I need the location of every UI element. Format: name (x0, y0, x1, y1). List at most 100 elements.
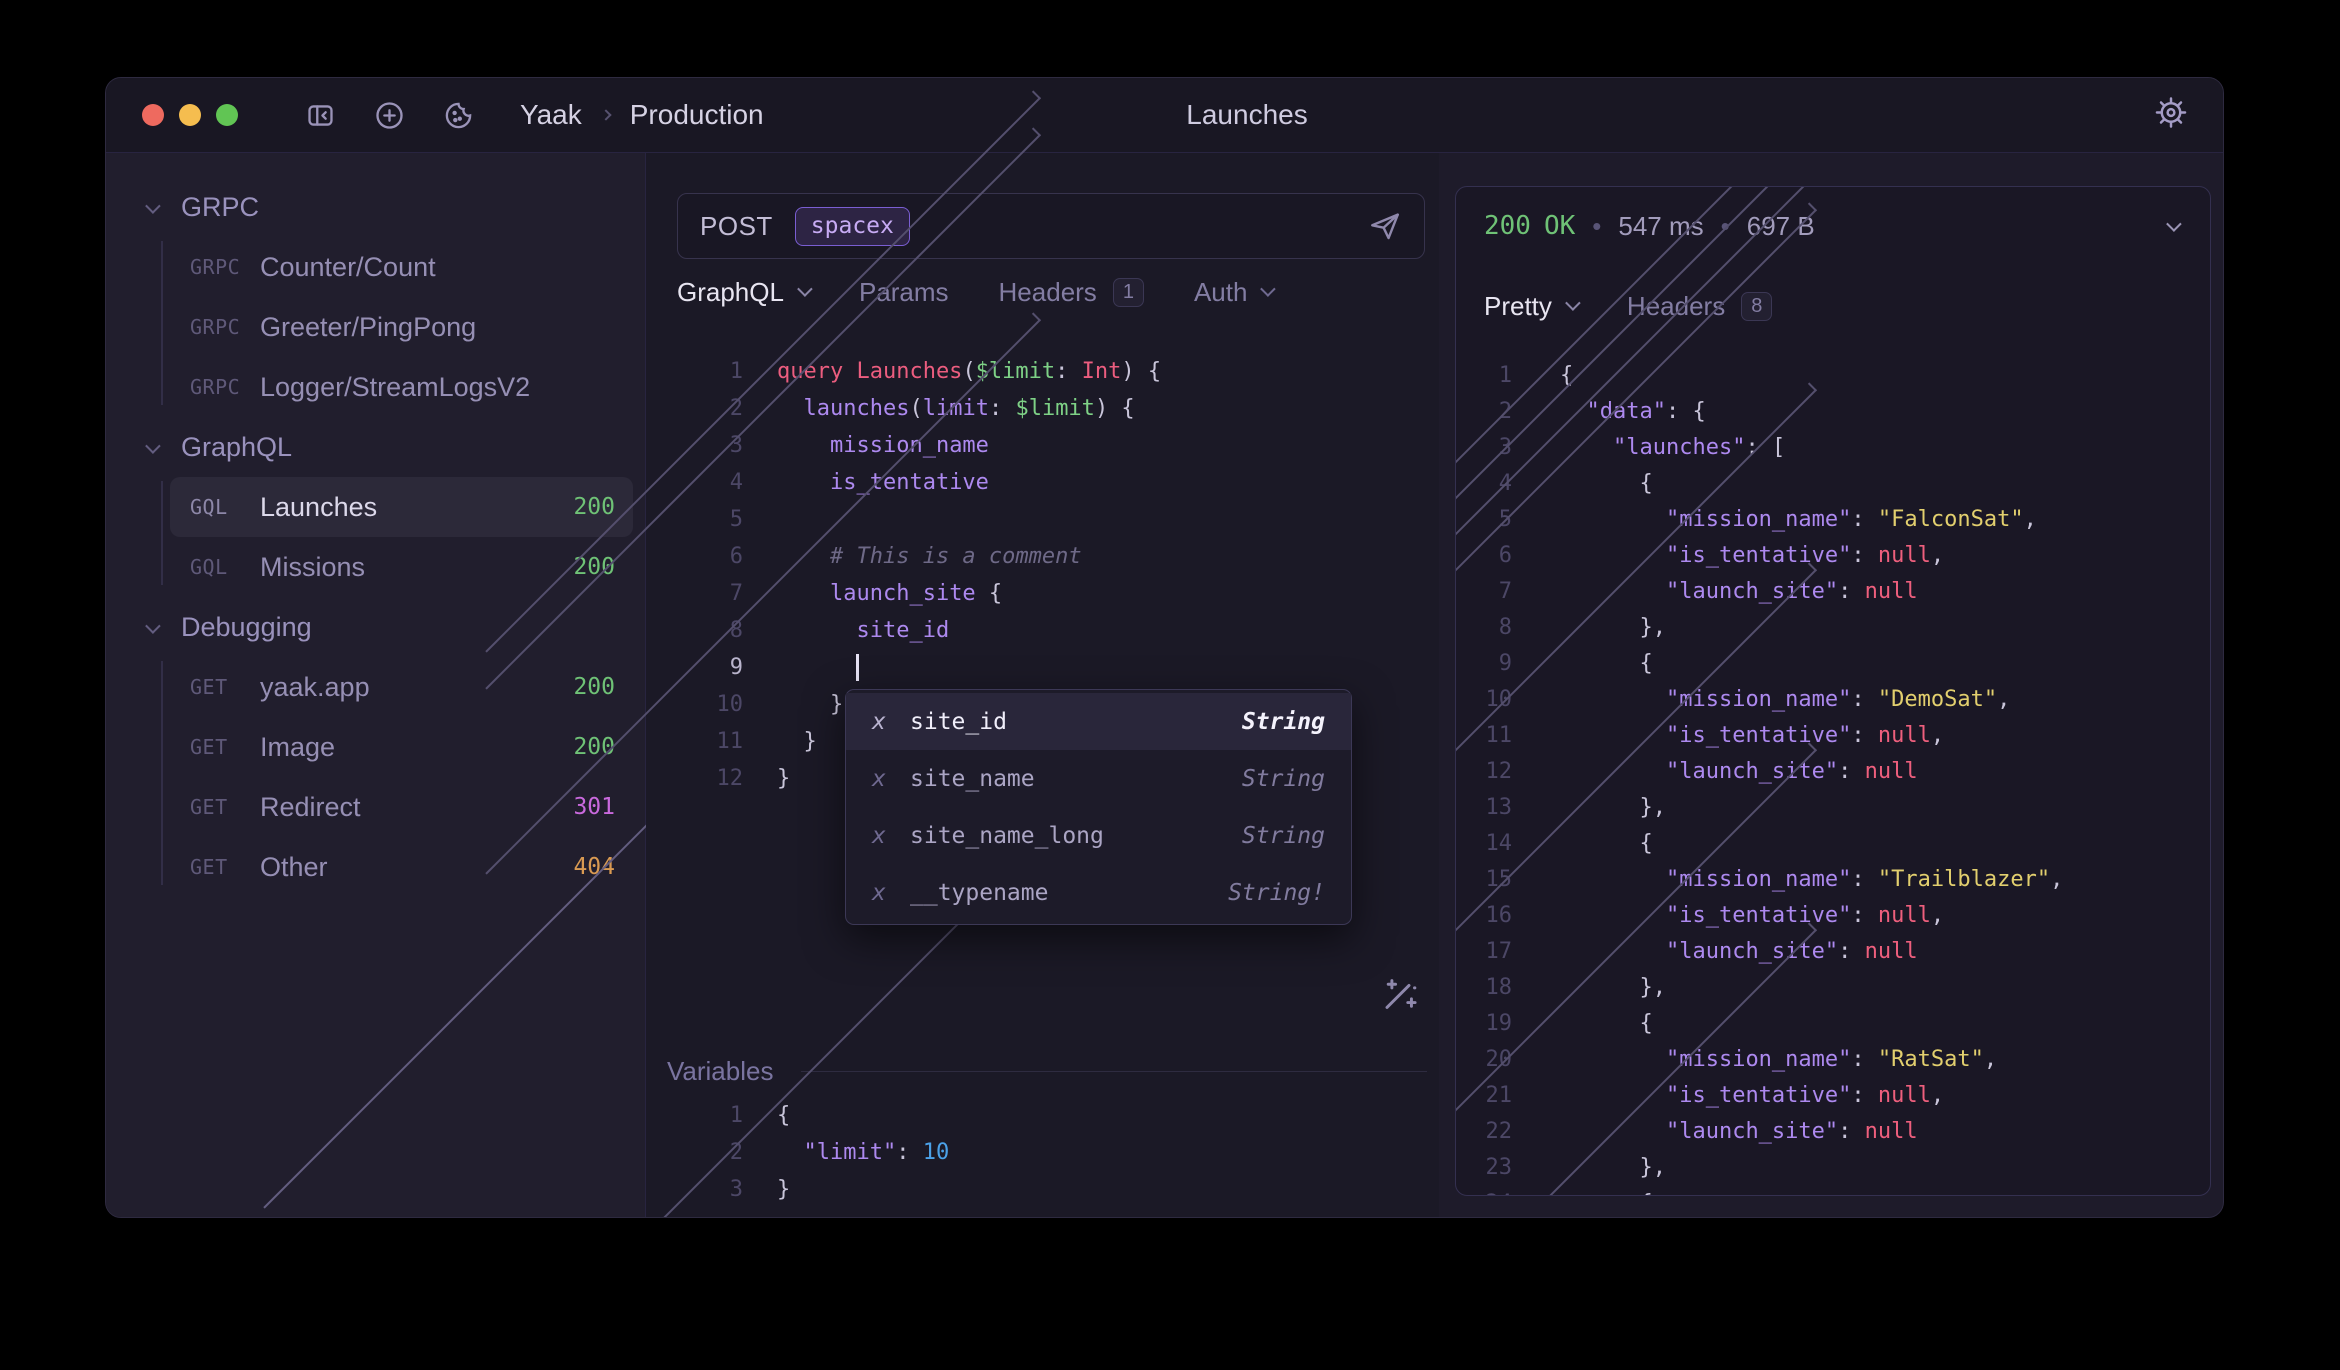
request-name: Logger/StreamLogsV2 (260, 372, 530, 403)
code-text: # This is a comment (777, 544, 1082, 569)
fold-gutter[interactable] (1512, 478, 1560, 489)
line-number: 14 (1456, 831, 1512, 856)
line-number: 22 (1456, 1119, 1512, 1144)
format-wand-icon[interactable] (1374, 971, 1422, 1019)
code-line: 10 "mission_name": "DemoSat", (1456, 681, 2210, 717)
sidebar-section-label: GRPC (181, 192, 259, 223)
status-badge: 200OK (1484, 211, 1575, 241)
request-name: Launches (260, 492, 377, 523)
send-request-button[interactable] (1368, 209, 1402, 243)
code-text: { (1560, 651, 1653, 676)
minimize-window-button[interactable] (179, 104, 201, 126)
code-text: { (1560, 1011, 1653, 1036)
autocomplete-item-typename[interactable]: x__typenameString! (846, 864, 1351, 921)
code-text: site_id (777, 618, 949, 643)
code-text (777, 654, 859, 681)
line-number: 1 (677, 359, 743, 384)
code-line: 20 "mission_name": "RatSat", (1456, 1041, 2210, 1077)
method-tag: GRPC (190, 375, 248, 399)
sidebar-section-items: GRPCCounter/CountGRPCGreeter/PingPongGRP… (106, 237, 645, 417)
line-number: 23 (1456, 1155, 1512, 1180)
completion-type: String! (1228, 880, 1325, 906)
autocomplete-item-site-id[interactable]: xsite_idString (846, 693, 1351, 750)
line-number: 7 (1456, 579, 1512, 604)
request-name: Missions (260, 552, 365, 583)
close-window-button[interactable] (142, 104, 164, 126)
line-number: 19 (1456, 1011, 1512, 1036)
code-text: { (777, 1103, 790, 1128)
sidebar-item-launches[interactable]: GQLLaunches200 (170, 477, 633, 537)
status-badge: 301 (573, 794, 615, 820)
code-line: 12 "launch_site": null (1456, 753, 2210, 789)
response-pane: 200OK • 547 ms • 697 B PrettyHeaders8 1{… (1439, 153, 2223, 1218)
line-number: 9 (1456, 651, 1512, 676)
text-cursor (856, 654, 859, 681)
line-number: 17 (1456, 939, 1512, 964)
fold-gutter[interactable] (1512, 406, 1560, 417)
code-text: "is_tentative": null, (1560, 723, 1944, 748)
fold-gutter[interactable] (1512, 442, 1560, 453)
fold-gutter[interactable] (1512, 1018, 1560, 1029)
code-line: 4 is_tentative (677, 464, 1161, 501)
code-text: } (777, 692, 843, 717)
tab-headers[interactable]: Headers1 (999, 277, 1144, 308)
autocomplete-item-site-name[interactable]: xsite_nameString (846, 750, 1351, 807)
fold-gutter[interactable] (1512, 658, 1560, 669)
code-line: 6 # This is a comment (677, 538, 1161, 575)
fold-gutter[interactable] (1512, 370, 1560, 381)
tab-graphql[interactable]: GraphQL (677, 277, 809, 308)
status-badge: 200 (573, 674, 615, 700)
sidebar-item-yaak-app[interactable]: GETyaak.app200 (170, 657, 633, 717)
sidebar-section-items: GQLLaunches200GQLMissions200 (106, 477, 645, 597)
sidebar-item-image[interactable]: GETImage200 (170, 717, 633, 777)
collapse-response-icon[interactable] (2163, 215, 2182, 238)
code-line: 11 "is_tentative": null, (1456, 717, 2210, 753)
variables-editor[interactable]: 1{2 "limit": 103} (677, 1097, 949, 1208)
page-title: Launches (1186, 99, 1307, 131)
toggle-sidebar-icon[interactable] (305, 100, 336, 131)
code-text: "mission_name": "RatSat", (1560, 1047, 1997, 1072)
sidebar-item-logger-streamlogsv2[interactable]: GRPC Logger/StreamLogsV2 (170, 357, 633, 417)
autocomplete-item-site-name-long[interactable]: xsite_name_longString (846, 807, 1351, 864)
tree-indent-line (161, 241, 163, 405)
method-tag: GET (190, 735, 248, 759)
sidebar-item-other[interactable]: GETOther404 (170, 837, 633, 897)
tab-label: GraphQL (677, 277, 784, 308)
fold-gutter[interactable] (743, 366, 777, 377)
request-name: Other (260, 852, 328, 883)
response-tab-pretty[interactable]: Pretty (1484, 291, 1577, 322)
code-line: 1{ (677, 1097, 949, 1134)
line-number: 12 (677, 766, 743, 791)
url-bar[interactable]: POST spacex (677, 193, 1425, 259)
breadcrumb: Yaak Production (520, 99, 764, 131)
cookie-icon[interactable] (443, 100, 474, 131)
fold-gutter[interactable] (743, 1110, 777, 1121)
chevron-down-icon (1261, 281, 1277, 297)
sidebar-section-grpc[interactable]: GRPC (106, 177, 645, 237)
sidebar-item-counter-count[interactable]: GRPCCounter/Count (170, 237, 633, 297)
sidebar-item-greeter-pingpong[interactable]: GRPCGreeter/PingPong (170, 297, 633, 357)
tab-count-badge: 1 (1113, 278, 1144, 307)
gear-icon[interactable] (2153, 95, 2189, 136)
sidebar-section-update-server[interactable]: Update Server (106, 897, 645, 957)
sidebar: GRPC GRPCCounter/CountGRPCGreeter/PingPon… (106, 153, 646, 1218)
new-request-icon[interactable] (374, 100, 405, 131)
fold-gutter[interactable] (743, 588, 777, 599)
breadcrumb-workspace[interactable]: Production (630, 99, 764, 131)
code-line: 4 { (1456, 465, 2210, 501)
fold-gutter[interactable] (1512, 838, 1560, 849)
code-line: 1query Launches($limit: Int) { (677, 353, 1161, 390)
tab-auth[interactable]: Auth (1194, 277, 1273, 308)
fold-gutter[interactable] (743, 403, 777, 414)
code-line: 9 { (1456, 645, 2210, 681)
chevron-down-icon (145, 618, 161, 634)
line-number: 18 (1456, 975, 1512, 1000)
method-tag: GET (190, 795, 248, 819)
response-body-viewer[interactable]: 1{2 "data": {3 "launches": [4 {5 "missio… (1456, 357, 2210, 1196)
method-tag: GET (190, 675, 248, 699)
line-number: 6 (677, 544, 743, 569)
code-line: 5 (677, 501, 1161, 538)
sidebar-section-graphql[interactable]: GraphQL (106, 417, 645, 477)
breadcrumb-app[interactable]: Yaak (520, 99, 582, 131)
zoom-window-button[interactable] (216, 104, 238, 126)
